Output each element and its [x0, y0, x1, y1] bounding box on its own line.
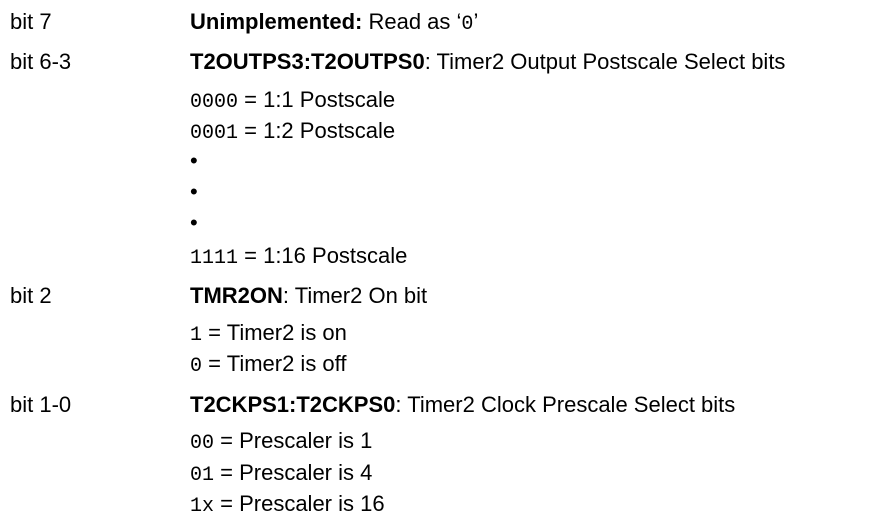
- bit10-desc: : Timer2 Clock Prescale Select bits: [395, 392, 736, 417]
- bit2-option-0: 1 = Timer2 is on: [190, 320, 347, 349]
- option-code: 1: [190, 324, 203, 347]
- option-code: 1111: [190, 247, 239, 270]
- option-text: = Prescaler is 16: [214, 491, 385, 516]
- option-code: 0: [190, 355, 203, 378]
- bit63-option-2: 1111 = 1:16 Postscale: [190, 243, 407, 272]
- option-text: = 1:1 Postscale: [238, 87, 396, 112]
- bit63-desc: : Timer2 Output Postscale Select bits: [424, 49, 786, 74]
- option-text: = Timer2 is on: [202, 320, 347, 345]
- bit7-name: Unimplemented:: [190, 9, 363, 34]
- bit2-label: bit 2: [10, 283, 52, 308]
- bit7-code: 0: [461, 13, 474, 36]
- bit10-description: T2CKPS1:T2CKPS0: Timer2 Clock Prescale S…: [190, 392, 735, 418]
- register-bit-description: bit 7 Unimplemented: Read as ‘0’ bit 6-3…: [0, 0, 887, 524]
- option-code: 00: [190, 432, 215, 455]
- option-code: 0000: [190, 91, 239, 114]
- bit2-description: TMR2ON: Timer2 On bit: [190, 283, 427, 309]
- bit63-label: bit 6-3: [10, 49, 72, 74]
- bit7-description: Unimplemented: Read as ‘0’: [190, 9, 478, 38]
- bit2-option-1: 0 = Timer2 is off: [190, 351, 347, 380]
- bit7-label: bit 7: [10, 9, 52, 34]
- bit10-name: T2CKPS1:T2CKPS0: [190, 392, 396, 417]
- bit10-option-2: 1x = Prescaler is 16: [190, 491, 385, 520]
- option-text: = Prescaler is 1: [214, 428, 373, 453]
- bit10-option-0: 00 = Prescaler is 1: [190, 428, 372, 457]
- option-code: 1x: [190, 495, 215, 518]
- bit63-description: T2OUTPS3:T2OUTPS0: Timer2 Output Postsca…: [190, 49, 785, 75]
- option-text: = Prescaler is 4: [214, 460, 373, 485]
- bit63-option-0: 0000 = 1:1 Postscale: [190, 87, 395, 116]
- bit10-label: bit 1-0: [10, 392, 72, 417]
- option-text: = Timer2 is off: [202, 351, 347, 376]
- bit10-option-1: 01 = Prescaler is 4: [190, 460, 372, 489]
- bit2-desc: : Timer2 On bit: [282, 283, 428, 308]
- bit2-name: TMR2ON: [190, 283, 283, 308]
- option-text: = 1:2 Postscale: [238, 118, 396, 143]
- option-text: = 1:16 Postscale: [238, 243, 408, 268]
- bit7-desc-suffix: ’: [473, 9, 479, 34]
- option-code: 0001: [190, 122, 239, 145]
- option-code: 01: [190, 464, 215, 487]
- bit7-desc-prefix: Read as ‘: [362, 9, 462, 34]
- ellipsis-bullet-2: •: [190, 179, 198, 204]
- bit63-name: T2OUTPS3:T2OUTPS0: [190, 49, 425, 74]
- bit63-option-1: 0001 = 1:2 Postscale: [190, 118, 395, 147]
- ellipsis-bullet-1: •: [190, 148, 198, 173]
- ellipsis-bullet-3: •: [190, 210, 198, 235]
